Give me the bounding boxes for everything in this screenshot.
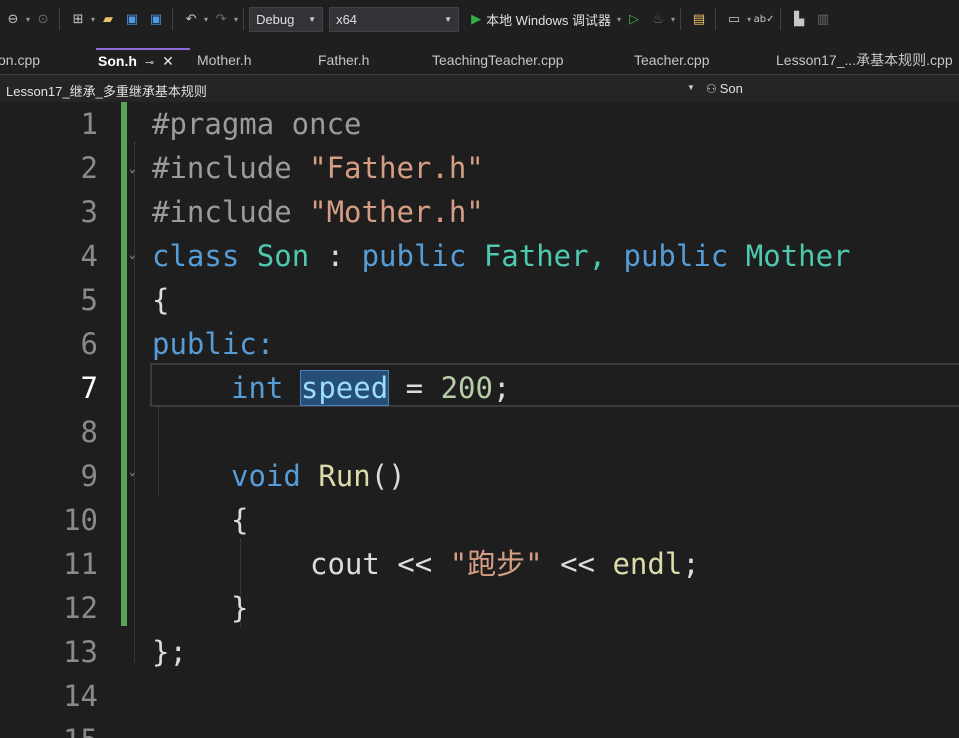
code-line-5: { (152, 283, 170, 317)
line-number: 12 (63, 591, 98, 625)
configuration-value: Debug (256, 11, 295, 27)
new-project-icon[interactable]: ⊞ (67, 8, 89, 30)
chevron-down-icon: ▼ (444, 14, 453, 24)
configuration-select[interactable]: Debug ▼ (249, 6, 324, 32)
line-number: 8 (80, 415, 98, 449)
fold-toggle-icon[interactable]: ⌄ (129, 466, 136, 478)
line-number: 9 (80, 459, 98, 493)
forward-navigation-icon[interactable]: ⊙ (32, 8, 54, 30)
start-debugging-button[interactable]: ▶ 本地 Windows 调试器 (467, 7, 615, 31)
play-icon: ▶ (471, 11, 482, 26)
save-icon[interactable]: ▣ (121, 8, 143, 30)
code-line-3: #include "Mother.h" (152, 195, 484, 229)
back-navigation-icon[interactable]: ⊖ (2, 8, 24, 30)
line-number: 3 (80, 195, 98, 229)
close-icon[interactable]: ✕ (162, 53, 174, 69)
comment-icon[interactable]: ▥ (812, 8, 834, 30)
code-line-13: }; (152, 635, 187, 669)
change-tracking-bar (121, 102, 127, 626)
line-number: 13 (63, 635, 98, 669)
line-number: 1 (80, 107, 98, 141)
tab-on-cpp[interactable]: on.cpp (0, 48, 40, 72)
member-dropdown[interactable]: ⚇ Son (706, 81, 743, 96)
new-project-dropdown-icon[interactable]: ▾ (91, 15, 95, 24)
line-number: 4 (80, 239, 98, 273)
tab-teachingteacher-cpp[interactable]: TeachingTeacher.cpp (432, 48, 564, 72)
solution-explorer-icon[interactable]: ▤ (688, 8, 710, 30)
undo-dropdown-icon[interactable]: ▾ (204, 15, 208, 24)
code-line-11: cout << "跑步" << endl; (310, 547, 700, 581)
line-number: 2 (80, 151, 98, 185)
code-line-6: public: (152, 327, 275, 361)
chevron-down-icon[interactable]: ▼ (687, 83, 695, 92)
line-number: 14 (63, 679, 98, 713)
start-without-debugging-icon[interactable]: ▷ (623, 8, 645, 30)
tab-mother-h[interactable]: Mother.h (197, 48, 251, 72)
hot-reload-icon[interactable]: ♨ (647, 8, 669, 30)
pin-icon[interactable]: ⊸ (145, 57, 154, 69)
run-label: 本地 Windows 调试器 (486, 12, 612, 28)
navigation-bar: Lesson17_继承_多重继承基本规则 ▼ ⚇ Son (0, 74, 959, 102)
code-line-9: void Run() (231, 459, 406, 493)
redo-icon[interactable]: ↷ (210, 8, 232, 30)
project-dropdown[interactable]: Lesson17_继承_多重继承基本规则 (6, 81, 207, 100)
line-number: 5 (80, 283, 98, 317)
selected-identifier[interactable]: speed (299, 370, 390, 406)
layout-dropdown-icon[interactable]: ▾ (747, 15, 751, 24)
tab-teacher-cpp[interactable]: Teacher.cpp (634, 48, 710, 72)
fold-toggle-icon[interactable]: ⌄ (129, 249, 136, 261)
tab-father-h[interactable]: Father.h (318, 48, 369, 72)
fold-toggle-icon[interactable]: ⌄ (129, 163, 136, 175)
spell-check-icon[interactable]: ab✓ (753, 8, 775, 30)
line-number: 10 (63, 503, 98, 537)
chevron-down-icon: ▼ (308, 14, 317, 24)
class-icon: ⚇ (706, 82, 717, 96)
line-number-current: 7 (80, 371, 98, 405)
platform-select[interactable]: x64 ▼ (329, 6, 460, 32)
main-toolbar: ⊖ ▾ ⊙ ⊞ ▾ ▰ ▣ ▣ ↶ ▾ ↷ ▾ Debug ▼ x64 ▼ ▶ … (0, 0, 959, 38)
code-editor[interactable]: ⌄ ⌄ ⌄ 1 2 3 4 5 6 7 8 9 10 11 12 13 14 1… (0, 102, 959, 738)
code-line-1: #pragma once (152, 107, 362, 141)
document-tabs: on.cpp Son.h ⊸ ✕ Mother.h Father.h Teachin… (0, 48, 959, 72)
save-all-icon[interactable]: ▣ (145, 8, 167, 30)
debugger-dropdown-icon[interactable]: ▾ (617, 15, 621, 24)
pointer-icon[interactable]: ▙ (788, 8, 810, 30)
code-line-4: class Son : public Father, public Mother (152, 239, 851, 273)
undo-icon[interactable]: ↶ (180, 8, 202, 30)
platform-value: x64 (336, 11, 358, 27)
tab-lesson17-cpp[interactable]: Lesson17_...承基本规则.cpp (776, 48, 953, 72)
back-dropdown-icon[interactable]: ▾ (26, 15, 30, 24)
hot-reload-dropdown-icon[interactable]: ▾ (671, 15, 675, 24)
code-line-12: } (231, 591, 249, 625)
code-line-7: int speed = 200; (231, 370, 511, 406)
open-folder-icon[interactable]: ▰ (97, 8, 119, 30)
redo-dropdown-icon[interactable]: ▾ (234, 15, 238, 24)
code-line-2: #include "Father.h" (152, 151, 484, 185)
line-number: 11 (63, 547, 98, 581)
window-layout-icon[interactable]: ▭ (723, 8, 745, 30)
tab-son-h[interactable]: Son.h ⊸ ✕ (96, 48, 190, 72)
line-number: 15 (40, 718, 98, 738)
line-number: 6 (80, 327, 98, 361)
code-line-10: { (231, 503, 249, 537)
